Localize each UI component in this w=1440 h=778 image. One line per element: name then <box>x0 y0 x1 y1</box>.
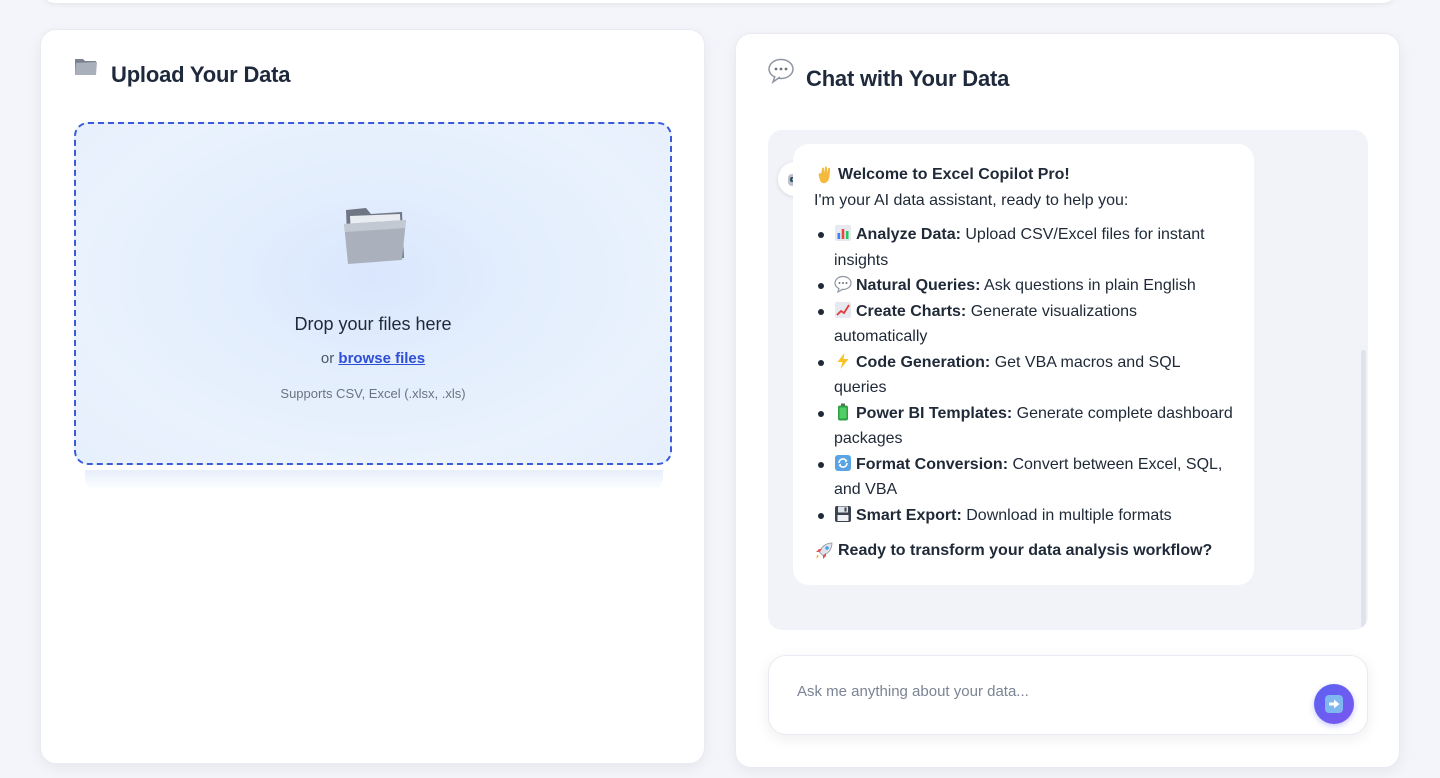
bar-chart-icon <box>835 225 851 241</box>
welcome-heading: Welcome to Excel Copilot Pro! <box>814 162 1234 188</box>
browse-files-link[interactable]: browse files <box>338 350 425 367</box>
lightning-icon <box>837 352 849 369</box>
feature-name: Natural Queries: <box>856 277 981 294</box>
upload-panel: Upload Your Data Drop your files here or… <box>40 29 705 764</box>
speech-bubble-icon <box>834 275 852 293</box>
line-chart-icon <box>835 301 851 318</box>
list-item: Smart Export: Download in multiple forma… <box>814 503 1234 529</box>
list-item: Analyze Data: Upload CSV/Excel files for… <box>814 222 1234 273</box>
feature-desc: Download in multiple formats <box>966 506 1172 524</box>
upload-title: Upload Your Data <box>111 62 291 87</box>
dropzone-title: Drop your files here <box>294 314 452 334</box>
chat-header: Chat with Your Data <box>768 58 1010 92</box>
list-item: Code Generation: Get VBA macros and SQL … <box>814 350 1234 401</box>
feature-name: Power BI Templates: <box>856 404 1013 422</box>
dropzone-or-text: or <box>320 350 335 367</box>
feature-name: Code Generation: <box>856 353 991 371</box>
refresh-icon <box>835 454 851 471</box>
dropzone-browse-line: or browse files <box>76 350 670 367</box>
cta-line: Ready to transform your data analysis wo… <box>814 538 1234 564</box>
folder-icon <box>344 208 406 264</box>
file-dropzone[interactable]: Drop your files here or browse files Sup… <box>74 122 672 465</box>
feature-name: Smart Export: <box>856 506 962 524</box>
welcome-intro: I'm your AI data assistant, ready to hel… <box>814 192 1129 209</box>
arrow-right-icon <box>1325 695 1343 713</box>
speech-bubble-icon <box>768 58 794 84</box>
cta-text: Ready to transform your data analysis wo… <box>838 542 1213 559</box>
feature-desc: Ask questions in plain English <box>984 277 1196 294</box>
feature-name: Create Charts: <box>856 302 967 320</box>
chat-input-container <box>768 655 1368 735</box>
upload-header: Upload Your Data <box>73 59 291 88</box>
dropzone-shadow <box>85 470 663 490</box>
feature-list: Analyze Data: Upload CSV/Excel files for… <box>814 222 1234 528</box>
chat-messages-area[interactable]: Welcome to Excel Copilot Pro! I'm your A… <box>768 130 1368 630</box>
chat-scrollbar[interactable] <box>1361 350 1366 628</box>
rocket-icon <box>816 542 833 559</box>
chat-panel: Chat with Your Data Welcome to Excel Cop… <box>735 33 1400 768</box>
list-item: Create Charts: Generate visualizations a… <box>814 299 1234 350</box>
list-item: Format Conversion: Convert between Excel… <box>814 452 1234 503</box>
welcome-title: Welcome to Excel Copilot Pro! <box>838 166 1070 183</box>
chat-title: Chat with Your Data <box>806 66 1010 91</box>
floppy-disk-icon <box>835 505 851 522</box>
feature-name: Analyze Data: <box>856 226 961 243</box>
welcome-message-bubble: Welcome to Excel Copilot Pro! I'm your A… <box>793 144 1254 585</box>
send-button[interactable] <box>1314 684 1354 724</box>
folder-icon <box>75 59 97 75</box>
top-header-strip <box>40 0 1398 3</box>
feature-name: Format Conversion: <box>856 455 1009 473</box>
list-item: Power BI Templates: Generate complete da… <box>814 401 1234 452</box>
supported-formats-text: Supports CSV, Excel (.xlsx, .xls) <box>280 386 466 401</box>
battery-icon <box>838 403 848 420</box>
chat-input[interactable] <box>797 678 1297 704</box>
waving-hand-icon <box>818 166 830 184</box>
list-item: Natural Queries: Ask questions in plain … <box>814 273 1234 299</box>
